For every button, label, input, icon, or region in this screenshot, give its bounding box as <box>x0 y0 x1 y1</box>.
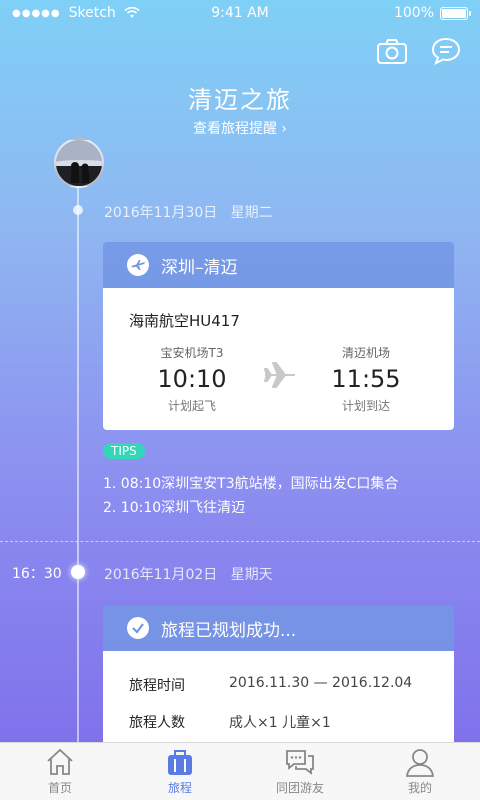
battery-percent: 100% <box>393 5 434 21</box>
status-left: ●●●●● Sketch <box>12 5 140 21</box>
row-label: 旅程人数 <box>129 715 185 731</box>
flight-card-header[interactable]: 深圳–清迈 <box>103 242 454 288</box>
avatar-photo <box>56 140 102 186</box>
weekday-text: 星期二 <box>230 205 273 221</box>
arrival-info: 清迈机场 11:55 计划到达 <box>323 344 409 414</box>
divider <box>0 541 480 542</box>
weekday-text: 星期天 <box>230 567 273 583</box>
battery: 100% <box>393 5 471 21</box>
plan-card[interactable]: 旅程时间 2016.11.30 — 2016.12.04 旅程人数 成人×1 儿… <box>103 651 454 743</box>
flight-card[interactable]: 海南航空HU417 宝安机场T3 10:10 计划起飞 清迈机场 11:55 计… <box>103 288 454 430</box>
row-label: 旅程时间 <box>129 678 185 694</box>
message-icon[interactable] <box>430 36 462 66</box>
flight-number: 海南航空HU417 <box>129 312 240 330</box>
tab-label: 我的 <box>407 781 432 795</box>
top-actions <box>376 36 462 66</box>
timeline-dot <box>73 205 83 215</box>
carrier-name: Sketch <box>68 5 116 21</box>
arrival-note: 计划到达 <box>341 399 390 413</box>
suitcase-icon <box>168 750 192 775</box>
plan-card-title: 旅程已规划成功... <box>161 620 297 641</box>
tab-trip[interactable]: 旅程 <box>120 743 240 800</box>
departure-note: 计划起飞 <box>167 399 216 413</box>
departure-time: 10:10 <box>157 365 227 393</box>
status-bar: ●●●●● Sketch 9:41 AM 100% <box>0 0 480 26</box>
row-value: 成人×1 儿童×1 <box>229 715 331 731</box>
check-icon <box>127 617 149 639</box>
flight-card-title: 深圳–清迈 <box>161 257 238 278</box>
plan-row: 旅程时间 2016.11.30 — 2016.12.04 <box>129 675 412 695</box>
arrival-time: 11:55 <box>331 365 401 393</box>
timeline-dot-active <box>71 565 85 579</box>
timeline-time: 16：30 <box>12 566 62 582</box>
tab-bar: 首页 旅程 同团游友 我的 <box>0 742 480 800</box>
date-text: 2016年11月02日 <box>104 567 218 583</box>
chat-bubbles-icon <box>286 750 314 775</box>
plan-card-header[interactable]: 旅程已规划成功... <box>103 605 454 651</box>
battery-icon <box>440 6 471 20</box>
row-value: 2016.11.30 — 2016.12.04 <box>229 675 413 691</box>
departure-info: 宝安机场T3 10:10 计划起飞 <box>149 344 235 414</box>
plan-row: 旅程人数 成人×1 儿童×1 <box>129 712 331 732</box>
page-title: 清迈之旅 <box>188 86 292 114</box>
timeline-date-2: 2016年11月02日 星期天 <box>104 564 273 584</box>
home-icon <box>47 748 73 775</box>
departure-airport: 宝安机场T3 <box>160 346 224 360</box>
user-icon <box>405 749 435 777</box>
tab-home[interactable]: 首页 <box>0 743 120 800</box>
timeline-date-1: 2016年11月30日 星期二 <box>104 202 273 222</box>
arrival-airport: 清迈机场 <box>341 346 390 360</box>
trip-reminder-link[interactable]: 查看旅程提醒 › <box>0 118 480 138</box>
camera-icon[interactable] <box>376 36 408 66</box>
tab-mine[interactable]: 我的 <box>360 743 480 800</box>
tab-label: 首页 <box>47 781 72 795</box>
tips-badge: TIPS <box>103 443 145 459</box>
tab-label: 旅程 <box>167 781 192 795</box>
airplane-icon <box>264 362 295 388</box>
tip-item: 1. 08:10深圳宝安T3航站楼，国际出发C口集合 <box>103 476 399 492</box>
wifi-icon <box>124 7 140 18</box>
tab-label: 同团游友 <box>275 781 324 795</box>
signal-icon: ●●●●● <box>12 7 61 19</box>
timeline-line <box>77 188 79 748</box>
avatar[interactable] <box>54 138 104 188</box>
tab-travel-friends[interactable]: 同团游友 <box>240 743 360 800</box>
date-text: 2016年11月30日 <box>104 205 218 221</box>
plane-icon <box>127 254 149 276</box>
tip-item: 2. 10:10深圳飞往清迈 <box>103 500 246 516</box>
